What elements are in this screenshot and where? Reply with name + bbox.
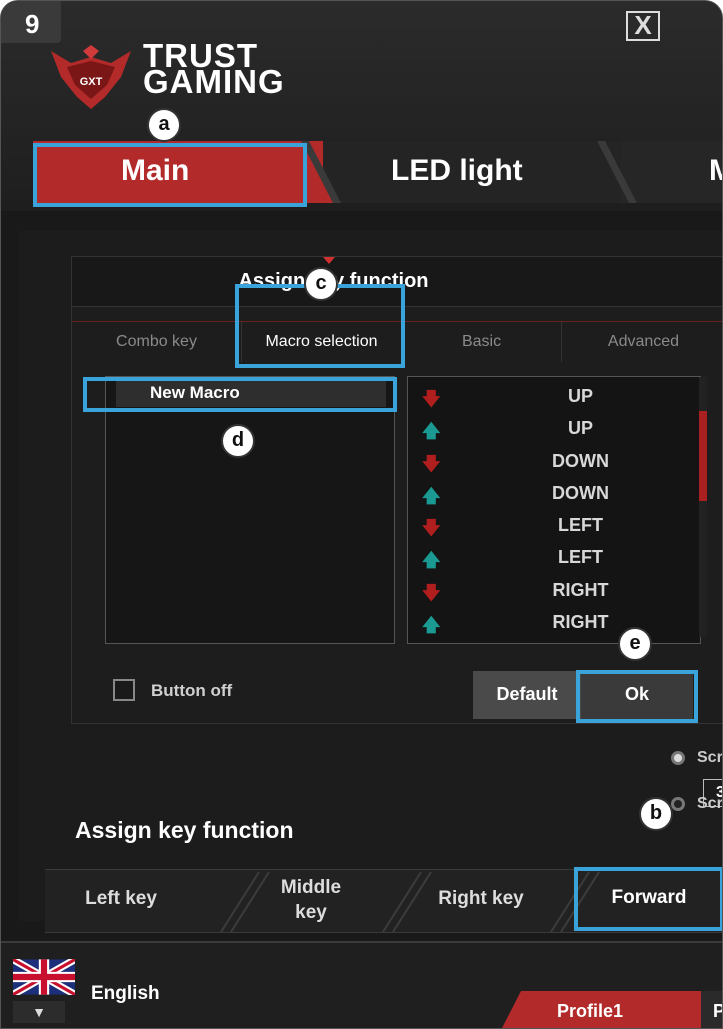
step-key: UP — [567, 386, 593, 406]
app-window: 9 GXT TRUST GAMING M LED light Main Assi… — [0, 0, 723, 1029]
tab-led-light[interactable]: LED light — [301, 141, 621, 203]
logo-text: GXT — [80, 76, 103, 88]
step-key: DOWN — [552, 451, 609, 471]
step-key: LEFT — [558, 547, 603, 567]
gxt-logo-icon: GXT — [47, 45, 135, 120]
tab-profile1[interactable]: Profile1 — [521, 991, 701, 1028]
highlight-main-tab — [33, 143, 307, 207]
callout-a: a — [147, 108, 181, 142]
tab-profile2[interactable]: P — [701, 991, 722, 1028]
callout-c: c — [304, 267, 338, 301]
key-label: Middle — [280, 877, 342, 898]
scroll-radio-2[interactable] — [671, 797, 685, 811]
tab-basic[interactable]: Basic — [402, 322, 562, 362]
callout-e: e — [618, 627, 652, 661]
button-off-checkbox[interactable] — [113, 679, 135, 701]
macro-list: New Macro — [105, 376, 395, 644]
list-item: 🡇 DOWN — [408, 446, 690, 478]
list-item: 🡅 LEFT — [408, 542, 690, 574]
scrollbar-thumb[interactable] — [699, 411, 707, 501]
list-item: 🡇 RIGHT — [408, 575, 690, 607]
active-tab-indicator-icon — [323, 257, 335, 264]
list-item: 🡇 UP — [408, 381, 690, 413]
tab-advanced[interactable]: Advanced — [562, 322, 722, 362]
right-key-button[interactable]: Right key — [406, 869, 556, 933]
highlight-new-macro — [83, 377, 397, 412]
key-up-arrow-icon: 🡅 — [422, 550, 441, 570]
key-up-arrow-icon: 🡅 — [422, 421, 441, 441]
scroll-option-label: Scr — [697, 749, 723, 766]
key-label: Left key — [85, 888, 157, 909]
chevron-down-icon[interactable]: ▼ — [13, 1001, 65, 1023]
key-up-arrow-icon: 🡅 — [422, 615, 441, 635]
section-title: Assign key function — [75, 817, 294, 843]
tab-label: LED light — [391, 154, 523, 187]
brand-line-2: GAMING — [143, 63, 285, 100]
tab-divider — [597, 141, 637, 203]
step-key: RIGHT — [552, 612, 609, 632]
uk-flag-icon[interactable] — [13, 959, 75, 995]
step-number-badge: 9 — [1, 1, 61, 43]
left-key-button[interactable]: Left key — [51, 869, 191, 933]
language-label[interactable]: English — [91, 983, 160, 1005]
macro-steps-list: 🡇 UP 🡅 UP 🡇 DOWN 🡅 DOWN 🡇 LEFT 🡅 LEFT 🡇 RIGHT 🡅… — [407, 376, 701, 644]
highlight-ok-button — [576, 670, 698, 723]
tab-divider — [301, 141, 341, 203]
tab-combo-key[interactable]: Combo key — [72, 322, 242, 362]
button-off-label: Button off — [151, 681, 233, 700]
list-item: 🡅 DOWN — [408, 478, 690, 510]
default-button[interactable]: Default — [473, 671, 581, 719]
brand-name: TRUST GAMING — [143, 39, 285, 100]
scroll-option-label: Scr — [697, 795, 723, 812]
tab-label: M — [709, 154, 722, 188]
scroll-radio-1[interactable] — [671, 751, 685, 765]
key-label: key — [295, 902, 327, 923]
callout-b: b — [639, 797, 673, 831]
close-icon[interactable]: X — [626, 11, 660, 41]
callout-d: d — [221, 424, 255, 458]
middle-key-button[interactable]: Middle key — [221, 869, 401, 933]
list-item: 🡇 LEFT — [408, 510, 690, 542]
step-key: DOWN — [552, 483, 609, 503]
highlight-forward-key — [574, 867, 722, 931]
step-key: RIGHT — [552, 580, 609, 600]
step-key: LEFT — [558, 515, 603, 535]
list-item: 🡅 UP — [408, 413, 690, 445]
step-key: UP — [567, 418, 593, 438]
key-label: Right key — [438, 888, 524, 909]
